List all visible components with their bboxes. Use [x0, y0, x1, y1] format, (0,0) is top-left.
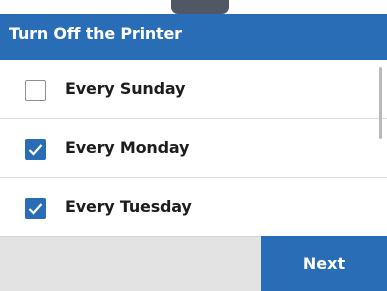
footer-bar: Next	[0, 236, 387, 291]
option-label: Every Monday	[65, 138, 190, 157]
title-bar: Turn Off the Printer	[0, 14, 387, 60]
checkmark-icon	[28, 203, 43, 215]
checkbox-every-tuesday[interactable]	[25, 198, 46, 219]
next-button[interactable]: Next	[261, 236, 387, 291]
schedule-option-list: Every Sunday Every Monday Every Tuesday	[0, 60, 387, 236]
option-label: Every Tuesday	[65, 197, 192, 216]
checkbox-every-monday[interactable]	[25, 139, 46, 160]
list-item-every-sunday[interactable]: Every Sunday	[0, 60, 387, 119]
printer-schedule-screen: Turn Off the Printer Every Sunday Every …	[0, 0, 387, 291]
page-title: Turn Off the Printer	[9, 24, 182, 43]
footer-spacer	[0, 236, 261, 291]
pull-down-tab[interactable]	[171, 0, 229, 14]
option-label: Every Sunday	[65, 79, 186, 98]
checkmark-icon	[28, 144, 43, 156]
list-item-every-tuesday[interactable]: Every Tuesday	[0, 178, 387, 236]
list-item-every-monday[interactable]: Every Monday	[0, 119, 387, 178]
scrollbar[interactable]	[379, 67, 382, 139]
checkbox-every-sunday[interactable]	[25, 80, 46, 101]
